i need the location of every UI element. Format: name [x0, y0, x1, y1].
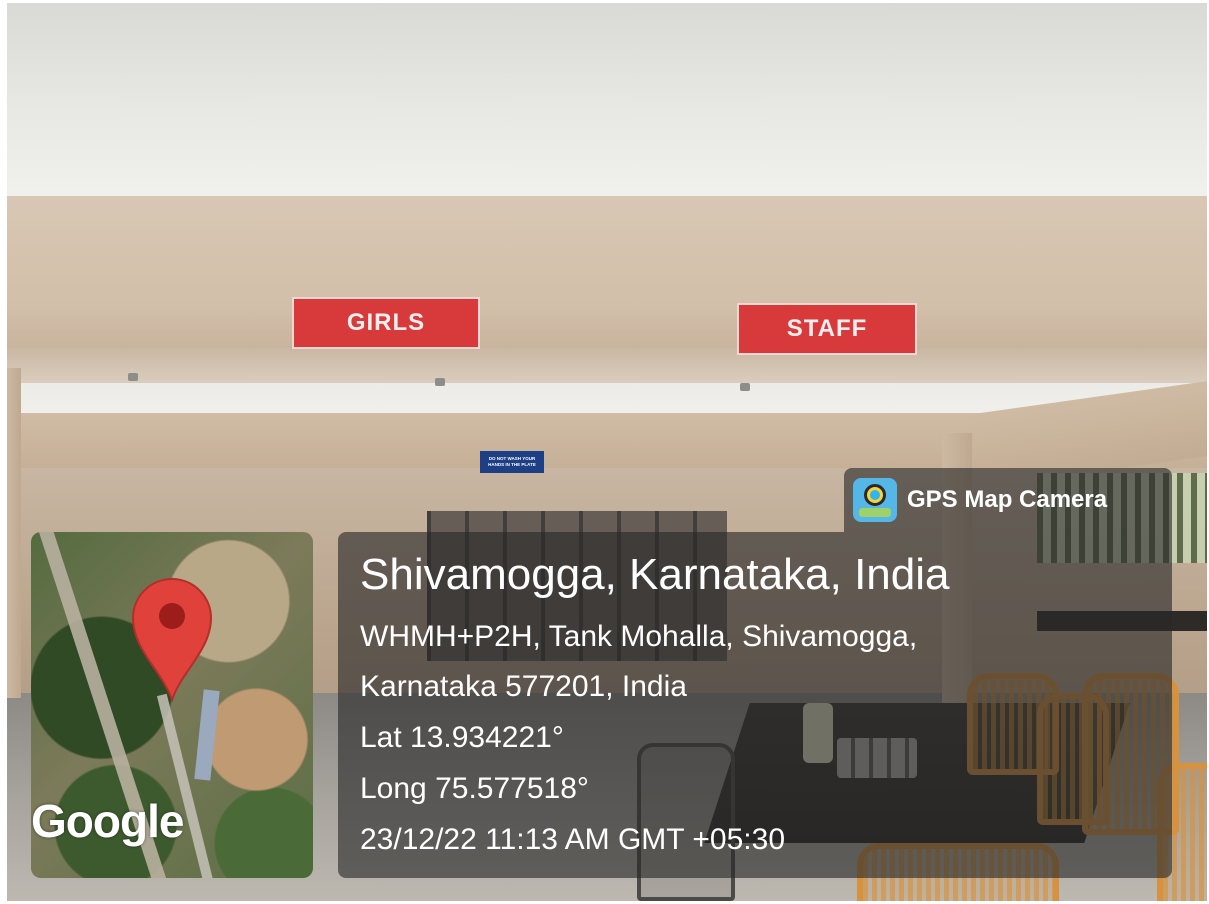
- wash-notice: DO NOT WASH YOUR HANDS IN THE PLATE: [480, 451, 544, 473]
- satellite-map: Google: [31, 532, 313, 878]
- gps-map-camera-icon: [853, 478, 897, 522]
- staff-sign: STAFF: [737, 303, 917, 355]
- app-name: GPS Map Camera: [907, 486, 1108, 513]
- ceiling-fixture: [435, 378, 445, 386]
- girls-sign: GIRLS: [292, 297, 480, 349]
- google-logo: Google: [31, 795, 184, 847]
- pillar: [7, 368, 21, 698]
- ceiling: [7, 3, 1207, 203]
- map-building: [194, 689, 220, 781]
- ceiling-fixture: [740, 383, 750, 391]
- timestamp-text: 23/12/22 11:13 AM GMT +05:30: [360, 823, 786, 856]
- notice-line: HANDS IN THE PLATE: [488, 462, 536, 467]
- latitude-text: Lat 13.934221°: [360, 721, 564, 754]
- front-beam: [7, 196, 1207, 356]
- location-title: Shivamogga, Karnataka, India: [360, 550, 950, 599]
- address-line: Karnataka 577201, India: [360, 670, 687, 703]
- beam-underside: [7, 348, 1207, 388]
- longitude-text: Long 75.577518°: [360, 772, 589, 805]
- map-pin-icon: [131, 578, 213, 702]
- location-panel: Shivamogga, Karnataka, India WHMH+P2H, T…: [338, 532, 1172, 878]
- ceiling-fixture: [128, 373, 138, 381]
- address-line: WHMH+P2H, Tank Mohalla, Shivamogga,: [360, 620, 918, 653]
- app-badge: GPS Map Camera: [844, 468, 1172, 532]
